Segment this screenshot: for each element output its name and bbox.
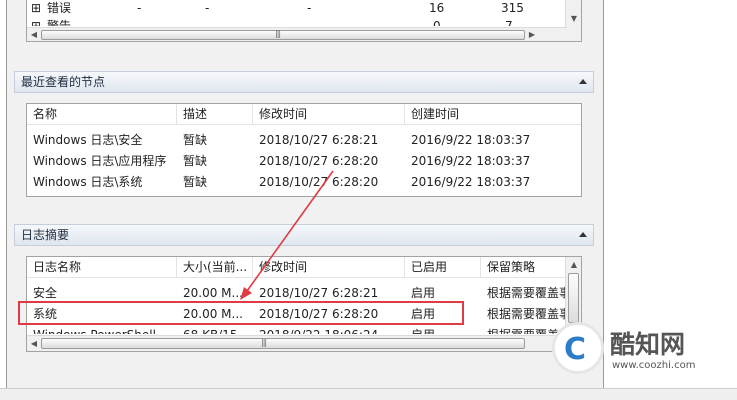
- logo-icon: C: [552, 322, 604, 374]
- watermark: C 酷知网 www.coozhi.com: [552, 322, 728, 380]
- watermark-title: 酷知网: [610, 330, 686, 359]
- status-bar: [0, 388, 737, 400]
- watermark-url: www.coozhi.com: [612, 360, 696, 371]
